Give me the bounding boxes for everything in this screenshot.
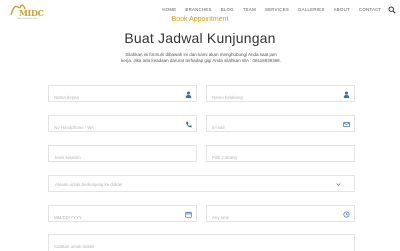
envelope-icon xyxy=(343,121,350,127)
intro-text: Silahkan isi formulir dibawah ini dan ka… xyxy=(121,52,281,64)
chevron-down-icon xyxy=(336,183,341,187)
page-title: Buat Jadwal Kunjungan xyxy=(124,30,276,46)
user-icon xyxy=(185,91,192,98)
gender-field[interactable] xyxy=(48,145,197,165)
time-field[interactable] xyxy=(206,205,355,225)
last-name-input[interactable] xyxy=(207,90,354,105)
calendar-icon xyxy=(185,211,192,218)
notes-field[interactable] xyxy=(48,234,355,251)
reason-placeholder: Alasan untuk berkunjung ke dokter xyxy=(55,181,123,187)
notes-input[interactable] xyxy=(49,237,354,251)
nav-home[interactable]: HOME xyxy=(158,7,181,15)
nav-services[interactable]: SERVICES xyxy=(260,7,293,15)
reason-select[interactable]: Alasan untuk berkunjung ke dokter xyxy=(48,175,355,192)
gender-input[interactable] xyxy=(49,150,196,165)
nav-team[interactable]: TEAM xyxy=(238,7,260,15)
nav-branches[interactable]: BRANCHES xyxy=(181,7,216,15)
date-field[interactable] xyxy=(48,205,197,225)
section-label: Book Appointment xyxy=(171,16,229,23)
last-name-field[interactable] xyxy=(206,85,355,105)
main-nav: HOME BRANCHES BLOG TEAM SERVICES GALLERI… xyxy=(158,5,396,15)
branch-input[interactable] xyxy=(207,150,354,165)
nav-galleries[interactable]: GALLERIES xyxy=(294,7,330,15)
phone-icon xyxy=(186,121,192,127)
first-name-input[interactable] xyxy=(49,90,196,105)
branch-field[interactable] xyxy=(206,145,355,165)
date-input[interactable] xyxy=(49,210,196,225)
phone-input[interactable] xyxy=(49,120,196,135)
email-field[interactable] xyxy=(206,115,355,135)
nav-contact[interactable]: CONTACT xyxy=(354,7,386,15)
user-icon xyxy=(343,91,350,98)
nav-blog[interactable]: BLOG xyxy=(216,7,238,15)
first-name-field[interactable] xyxy=(48,85,197,105)
phone-field[interactable] xyxy=(48,115,197,135)
time-input[interactable] xyxy=(207,210,354,225)
email-input[interactable] xyxy=(207,120,354,135)
nav-about[interactable]: ABOUT xyxy=(329,7,354,15)
search-icon[interactable] xyxy=(388,5,396,14)
clock-icon xyxy=(343,210,350,218)
